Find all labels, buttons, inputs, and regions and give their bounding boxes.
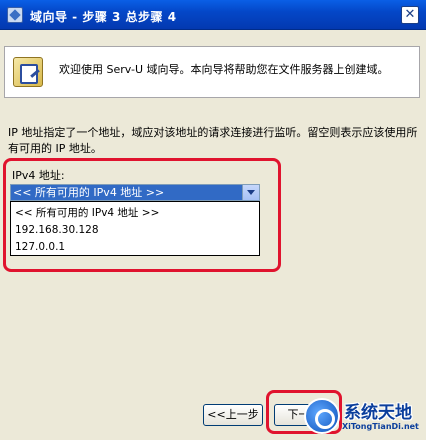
watermark-logo-icon (304, 398, 340, 434)
wizard-icon (13, 57, 43, 87)
header-panel: 欢迎使用 Serv-U 域向导。本向导将帮助您在文件服务器上创建域。 (4, 46, 420, 98)
wizard-app-icon (7, 7, 23, 23)
welcome-text: 欢迎使用 Serv-U 域向导。本向导将帮助您在文件服务器上创建域。 (59, 63, 389, 76)
close-icon[interactable]: ✕ (401, 6, 419, 24)
title-bar[interactable]: 域向导 - 步骤 3 总步骤 4 ✕ (0, 0, 426, 30)
back-button[interactable]: <<上一步 (203, 404, 263, 426)
ip-description: IP 地址指定了一个地址，域应对该地址的请求连接进行监听。留空则表示应该使用所有… (8, 126, 418, 155)
watermark-logo: 系统天地 XiTongTianDi.net (298, 394, 426, 440)
watermark-url: XiTongTianDi.net (342, 422, 419, 431)
window-title: 域向导 - 步骤 3 总步骤 4 (30, 10, 177, 24)
watermark-title: 系统天地 (344, 403, 412, 423)
highlight-annotation-dropdown (3, 158, 281, 272)
